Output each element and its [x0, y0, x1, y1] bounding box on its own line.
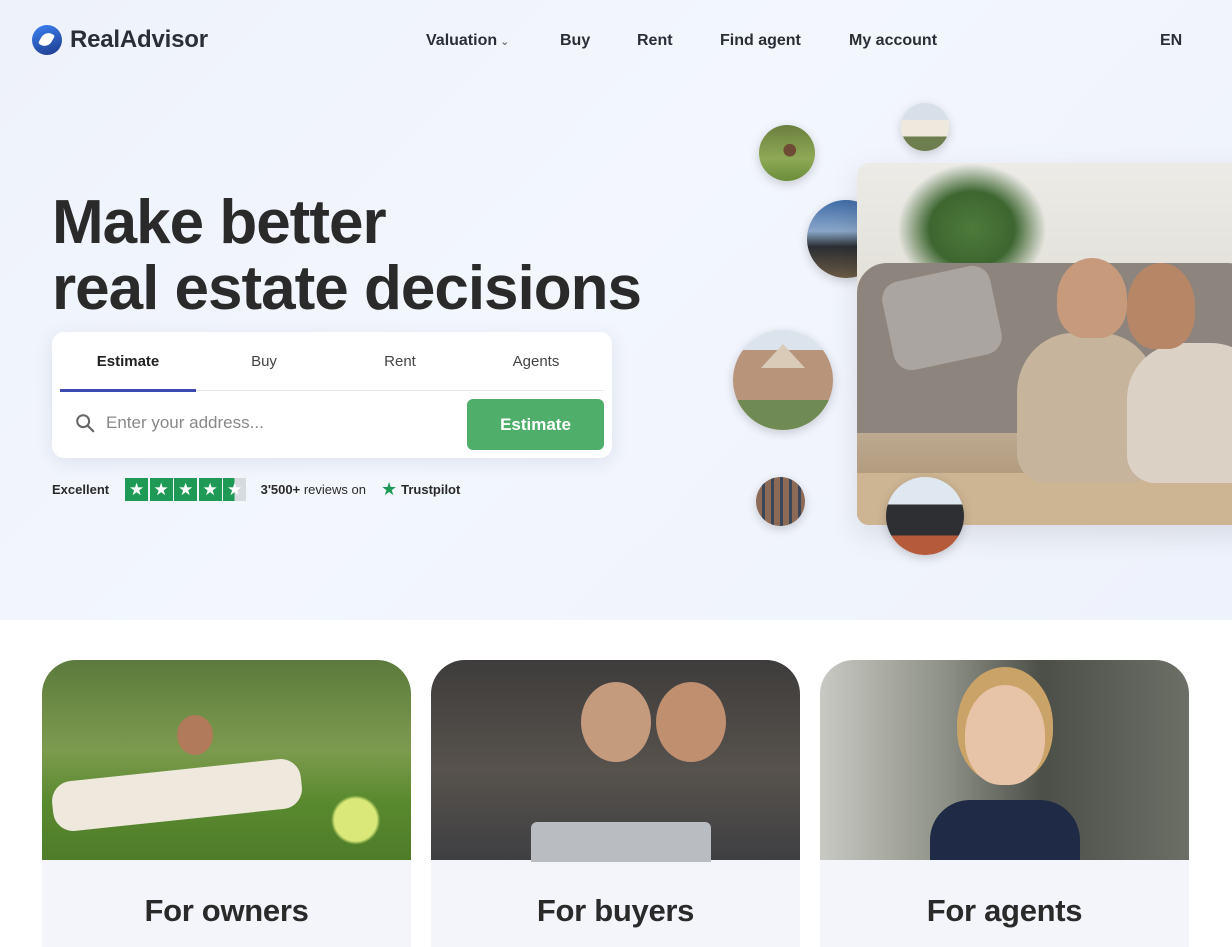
half-star-icon: ★	[223, 477, 247, 501]
headline-line-1: Make better	[52, 188, 387, 257]
language-switcher[interactable]: EN	[1160, 32, 1182, 50]
nav-valuation-label: Valuation	[426, 32, 498, 49]
nav-buy[interactable]: Buy	[560, 32, 590, 50]
tab-agents[interactable]: Agents	[468, 332, 604, 391]
tab-rent[interactable]: Rent	[332, 332, 468, 391]
house-thumbnail	[886, 477, 964, 555]
tab-estimate[interactable]: Estimate	[60, 332, 196, 392]
star-icon: ★	[149, 477, 173, 501]
trustpilot-logo: ★ Trustpilot	[381, 479, 460, 500]
house-thumbnail	[756, 477, 805, 526]
logo-icon	[32, 25, 62, 55]
nav-valuation[interactable]: Valuation ⌄	[426, 32, 509, 50]
house-thumbnail	[733, 330, 833, 430]
rating-label: Excellent	[52, 481, 110, 497]
person-body	[1127, 343, 1232, 483]
estimate-button[interactable]: Estimate	[467, 399, 604, 450]
card-owners[interactable]: For owners	[42, 660, 411, 947]
card-title: For buyers	[536, 893, 695, 928]
card-agents[interactable]: For agents	[820, 660, 1189, 947]
trustpilot-stars: ★ ★ ★ ★ ★	[125, 477, 248, 501]
nav-find-agent[interactable]: Find agent	[720, 32, 801, 50]
nav-rent[interactable]: Rent	[637, 32, 673, 50]
house-thumbnail	[759, 125, 815, 181]
buyers-photo	[431, 660, 800, 862]
owners-photo	[42, 660, 411, 860]
tab-buy[interactable]: Buy	[196, 332, 332, 391]
trustpilot-brand-text: Trustpilot	[401, 481, 461, 497]
card-buyers[interactable]: For buyers	[431, 660, 800, 947]
hero-section: RealAdvisor Valuation ⌄ Buy Rent Find age…	[0, 0, 1232, 620]
person-head	[1057, 258, 1127, 338]
review-count: 3'500+ reviews on	[260, 481, 366, 497]
card-title: For agents	[926, 893, 1083, 928]
search-card: Estimate Buy Rent Agents Estimate	[52, 332, 612, 458]
trustpilot-rating[interactable]: Excellent ★ ★ ★ ★ ★ 3'500+ reviews on ★ …	[52, 477, 460, 501]
person-head	[1127, 263, 1195, 349]
house-thumbnail	[901, 103, 949, 151]
chevron-down-icon: ⌄	[500, 36, 510, 48]
star-icon: ★	[198, 477, 222, 501]
plant-decoration	[897, 163, 1047, 273]
page-title: Make better real estate decisions	[52, 188, 642, 323]
address-search-input[interactable]	[106, 406, 456, 440]
star-icon: ★	[174, 477, 198, 501]
agents-photo	[820, 660, 1189, 860]
search-tabs: Estimate Buy Rent Agents	[60, 332, 604, 392]
logo[interactable]: RealAdvisor	[32, 25, 208, 55]
family-photo	[857, 163, 1232, 525]
search-icon	[76, 414, 95, 433]
nav-my-account[interactable]: My account	[849, 32, 937, 50]
card-title: For owners	[144, 893, 309, 928]
star-icon: ★	[125, 477, 149, 501]
trustpilot-star-icon: ★	[380, 478, 398, 499]
logo-text: RealAdvisor	[70, 26, 208, 53]
headline-line-2: real estate decisions	[52, 254, 642, 323]
